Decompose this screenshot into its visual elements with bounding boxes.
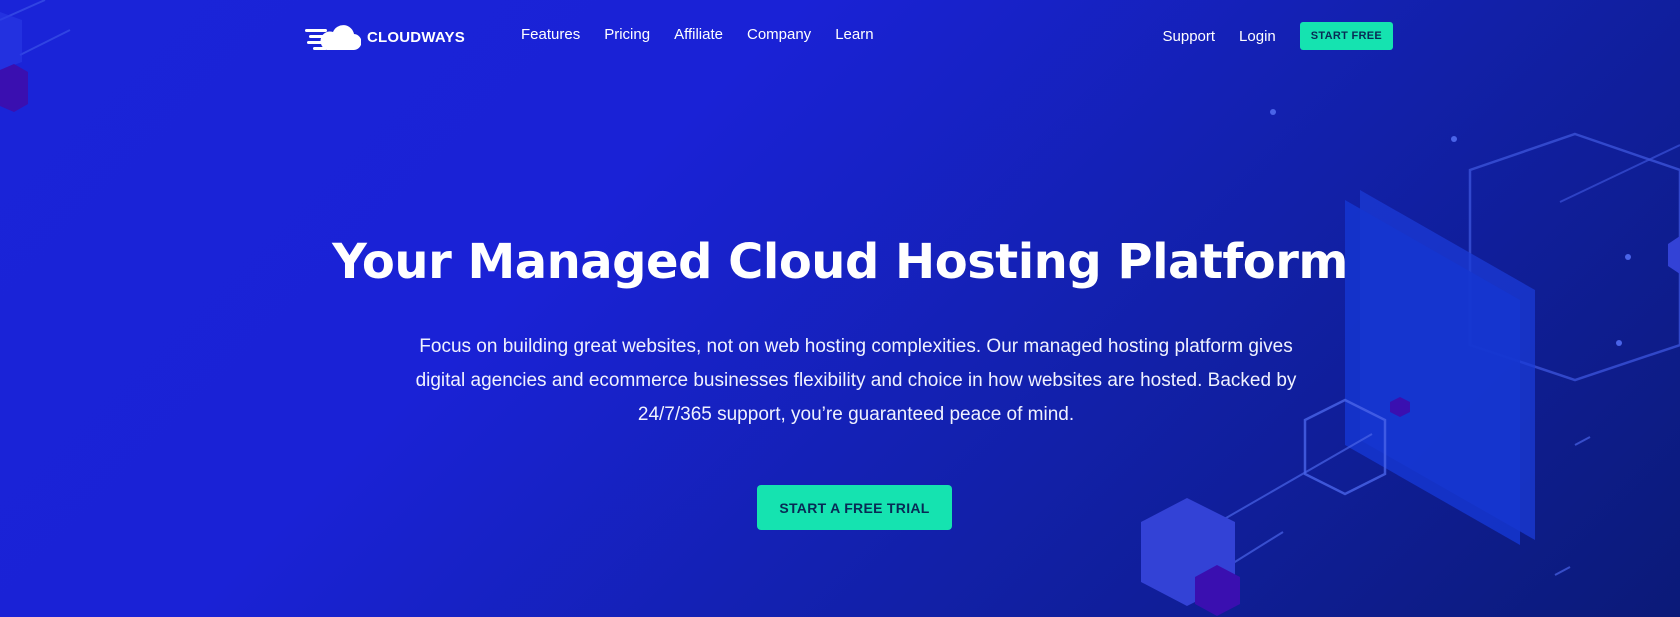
hero-description: Focus on building great websites, not on… [415,336,1297,425]
nav-link-login[interactable]: Login [1239,28,1276,45]
nav-link-support[interactable]: Support [1163,28,1216,45]
brand-logo[interactable]: CLOUDWAYS [305,22,465,52]
start-free-button[interactable]: START FREE [1299,22,1393,50]
secondary-nav: Support Login START FREE [1163,22,1393,50]
nav-link-features[interactable]: Features [521,26,580,43]
primary-nav: Features Pricing Affiliate Company Learn [521,26,898,43]
hero-title: Your Managed Cloud Hosting Platform [332,234,1348,290]
start-free-trial-button[interactable]: START A FREE TRIAL [757,485,952,530]
cloud-speed-icon [305,25,361,51]
top-navigation: CLOUDWAYS Features Pricing Affiliate Com… [0,0,1680,74]
nav-link-company[interactable]: Company [747,26,811,43]
brand-name: CLOUDWAYS [367,28,465,46]
nav-link-affiliate[interactable]: Affiliate [674,26,723,43]
nav-link-pricing[interactable]: Pricing [604,26,650,43]
nav-link-learn[interactable]: Learn [835,26,873,43]
